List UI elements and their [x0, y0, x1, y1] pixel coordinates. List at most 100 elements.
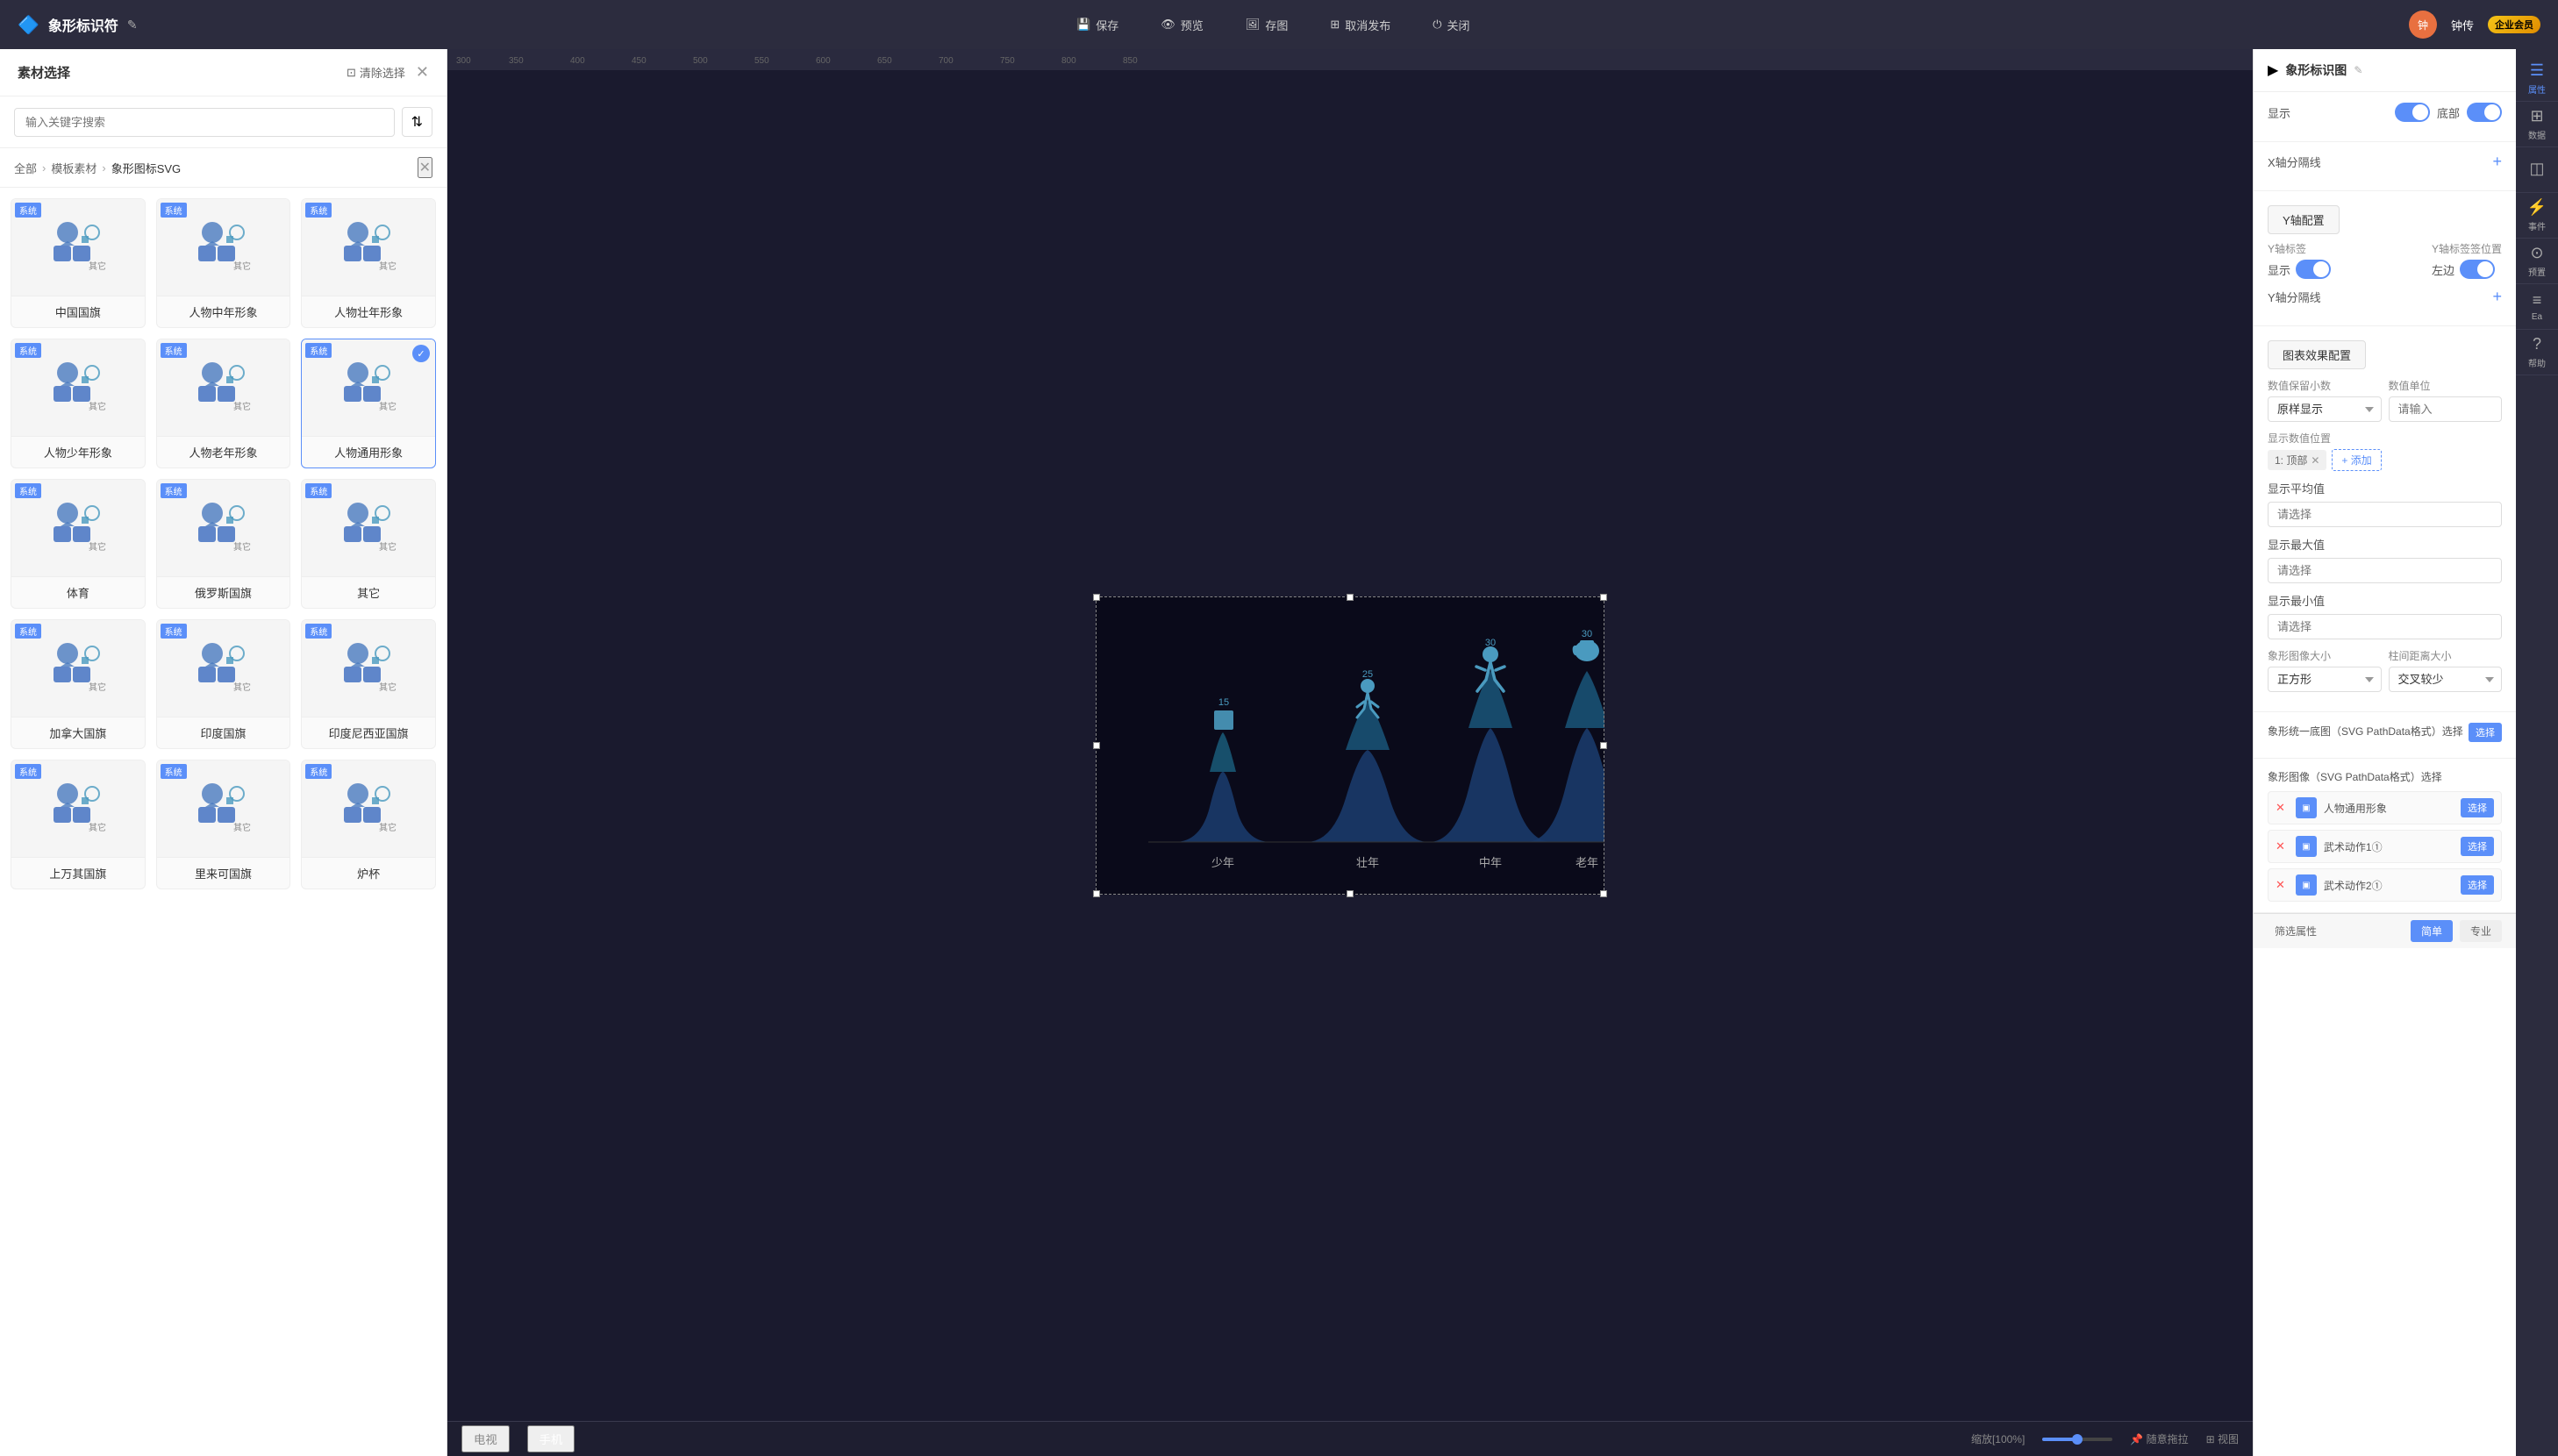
bottom-toggle[interactable]	[2467, 103, 2502, 122]
display-pos-label: 显示数值位置	[2268, 431, 2502, 446]
ea-tab[interactable]: ≡ Ea	[2516, 284, 2558, 330]
breadcrumb-template[interactable]: 模板素材	[51, 160, 96, 176]
events-tab[interactable]: ⚡ 事件	[2516, 193, 2558, 239]
svg-text:其它: 其它	[233, 682, 251, 693]
x-axis-label: X轴分隔线	[2268, 153, 2321, 170]
y-pos-toggle[interactable]	[2460, 260, 2495, 279]
breadcrumb-all[interactable]: 全部	[14, 160, 37, 176]
image-list-item: ✕ ▣ 武术动作2① 选择	[2268, 868, 2502, 902]
filter-attrs-button[interactable]: 筛选属性	[2268, 920, 2324, 942]
pro-mode-button[interactable]: 专业	[2460, 920, 2502, 942]
unpublish-button[interactable]: ⊞ 取消发布	[1319, 11, 1401, 39]
material-item[interactable]: 系统 其它 炉杯	[301, 760, 436, 889]
x-axis-add-button[interactable]: +	[2492, 153, 2502, 171]
clear-selection-button[interactable]: ⊡ 清除选择	[347, 64, 405, 81]
data-tab[interactable]: ⊞ 数据	[2516, 102, 2558, 147]
material-item[interactable]: 系统 其它 人物通用形象 ✓	[301, 339, 436, 468]
export-button[interactable]: 🖼 存图	[1235, 11, 1299, 39]
material-item[interactable]: 系统 其它 体育	[11, 479, 146, 609]
image-list-item: ✕ ▣ 人物通用形象 选择	[2268, 791, 2502, 824]
svg-text:550: 550	[754, 56, 769, 66]
search-input[interactable]	[14, 108, 395, 137]
image-item-icon: ▣	[2296, 836, 2317, 857]
material-item[interactable]: 系统 其它 里来可国旗	[156, 760, 291, 889]
breadcrumb-current[interactable]: 象形图标SVG	[111, 160, 181, 176]
topbar: 🔷 象形标识符 ✎ 💾 保存 👁 预览 🖼 存图 ⊞ 取消发布 ⏻ 关闭 钟 钟…	[0, 0, 2558, 49]
canvas-main[interactable]: 15 25 30	[447, 70, 2253, 1421]
max-input[interactable]	[2268, 558, 2502, 583]
image-select-button[interactable]: 选择	[2461, 837, 2494, 856]
title-edit-icon[interactable]: ✎	[127, 18, 138, 32]
component-tab[interactable]: ◫	[2516, 147, 2558, 193]
min-input[interactable]	[2268, 614, 2502, 639]
decimal-select[interactable]: 原样显示	[2268, 396, 2382, 422]
save-button[interactable]: 💾 保存	[1066, 11, 1129, 39]
breadcrumb-close-button[interactable]: ✕	[418, 157, 432, 178]
material-item[interactable]: 系统 其它 人物少年形象	[11, 339, 146, 468]
image-select-button[interactable]: 选择	[2461, 798, 2494, 817]
tv-tab[interactable]: 电视	[461, 1425, 510, 1452]
y-axis-config-button[interactable]: Y轴配置	[2268, 205, 2340, 234]
material-thumb: 系统 其它	[302, 199, 435, 296]
material-item[interactable]: 系统 其它 加拿大国旗	[11, 619, 146, 749]
preview-button[interactable]: 👁 预览	[1150, 11, 1214, 39]
material-thumb: 系统 其它	[11, 480, 145, 576]
material-name: 人物老年形象	[157, 436, 290, 467]
right-panel-edit-icon[interactable]: ✎	[2354, 64, 2362, 76]
material-item[interactable]: 系统 其它 人物壮年形象	[301, 198, 436, 328]
show-toggle[interactable]	[2395, 103, 2430, 122]
image-item-name: 武术动作1①	[2324, 839, 2454, 854]
system-tag: 系统	[305, 343, 332, 358]
material-item[interactable]: 系统 其它 俄罗斯国旗	[156, 479, 291, 609]
attributes-tab[interactable]: ☰ 属性	[2516, 56, 2558, 102]
material-thumb: 系统 其它	[11, 199, 145, 296]
material-item[interactable]: 系统 其它 印度国旗	[156, 619, 291, 749]
image-remove-button[interactable]: ✕	[2276, 801, 2285, 815]
unpublish-icon: ⊞	[1330, 18, 1340, 32]
presets-tab[interactable]: ⊙ 预置	[2516, 239, 2558, 284]
material-item[interactable]: 系统 其它 中国国旗	[11, 198, 146, 328]
panel-close-button[interactable]: ✕	[416, 63, 429, 82]
svg-text:其它: 其它	[89, 261, 106, 272]
material-name: 印度国旗	[157, 717, 290, 748]
svg-text:壮年: 壮年	[1356, 856, 1379, 869]
help-icon: ?	[2533, 335, 2541, 353]
image-list-item: ✕ ▣ 武术动作1① 选择	[2268, 830, 2502, 863]
material-item[interactable]: 系统 其它 其它	[301, 479, 436, 609]
image-list: ✕ ▣ 人物通用形象 选择 ✕ ▣ 武术动作1① 选择 ✕ ▣ 武术动作2① 选…	[2268, 791, 2502, 902]
sort-button[interactable]: ⇅	[402, 107, 432, 137]
material-thumb: 系统 其它	[11, 339, 145, 436]
image-remove-button[interactable]: ✕	[2276, 839, 2285, 853]
material-item[interactable]: 系统 其它 上万其国旗	[11, 760, 146, 889]
col-gap-select[interactable]: 交叉较少	[2389, 667, 2503, 692]
system-tag: 系统	[305, 624, 332, 639]
add-display-pos-button[interactable]: + 添加	[2332, 449, 2381, 471]
unit-input[interactable]	[2389, 396, 2503, 422]
phone-tab[interactable]: 手机	[527, 1425, 575, 1452]
material-name: 俄罗斯国旗	[157, 576, 290, 608]
individual-image-section: 象形图像（SVG PathData格式）选择 ✕ ▣ 人物通用形象 选择 ✕ ▣…	[2254, 759, 2516, 913]
svg-text:其它: 其它	[379, 401, 397, 412]
svg-text:中年: 中年	[1479, 856, 1502, 869]
image-select-button[interactable]: 选择	[2461, 875, 2494, 895]
simple-mode-button[interactable]: 简单	[2411, 920, 2453, 942]
right-panel-title: 象形标识图	[2285, 61, 2347, 79]
chart-effect-button[interactable]: 图表效果配置	[2268, 340, 2366, 369]
avg-input[interactable]	[2268, 502, 2502, 527]
help-tab[interactable]: ? 帮助	[2516, 330, 2558, 375]
svg-text:850: 850	[1123, 56, 1138, 66]
svg-text:其它: 其它	[379, 261, 397, 272]
material-item[interactable]: 系统 其它 印度尼西亚国旗	[301, 619, 436, 749]
unified-select-button[interactable]: 选择	[2469, 723, 2502, 742]
material-name: 其它	[302, 576, 435, 608]
material-item[interactable]: 系统 其它 人物中年形象	[156, 198, 291, 328]
image-remove-button[interactable]: ✕	[2276, 878, 2285, 892]
img-size-select[interactable]: 正方形	[2268, 667, 2382, 692]
close-button[interactable]: ⏻ 关闭	[1422, 11, 1480, 39]
y-axis-add-button[interactable]: +	[2492, 288, 2502, 306]
material-thumb: 系统 其它	[157, 620, 290, 717]
display-pos-remove[interactable]: ✕	[2311, 454, 2319, 467]
material-item[interactable]: 系统 其它 人物老年形象	[156, 339, 291, 468]
zoom-slider[interactable]	[2042, 1438, 2112, 1441]
y-label-show-toggle[interactable]	[2296, 260, 2331, 279]
